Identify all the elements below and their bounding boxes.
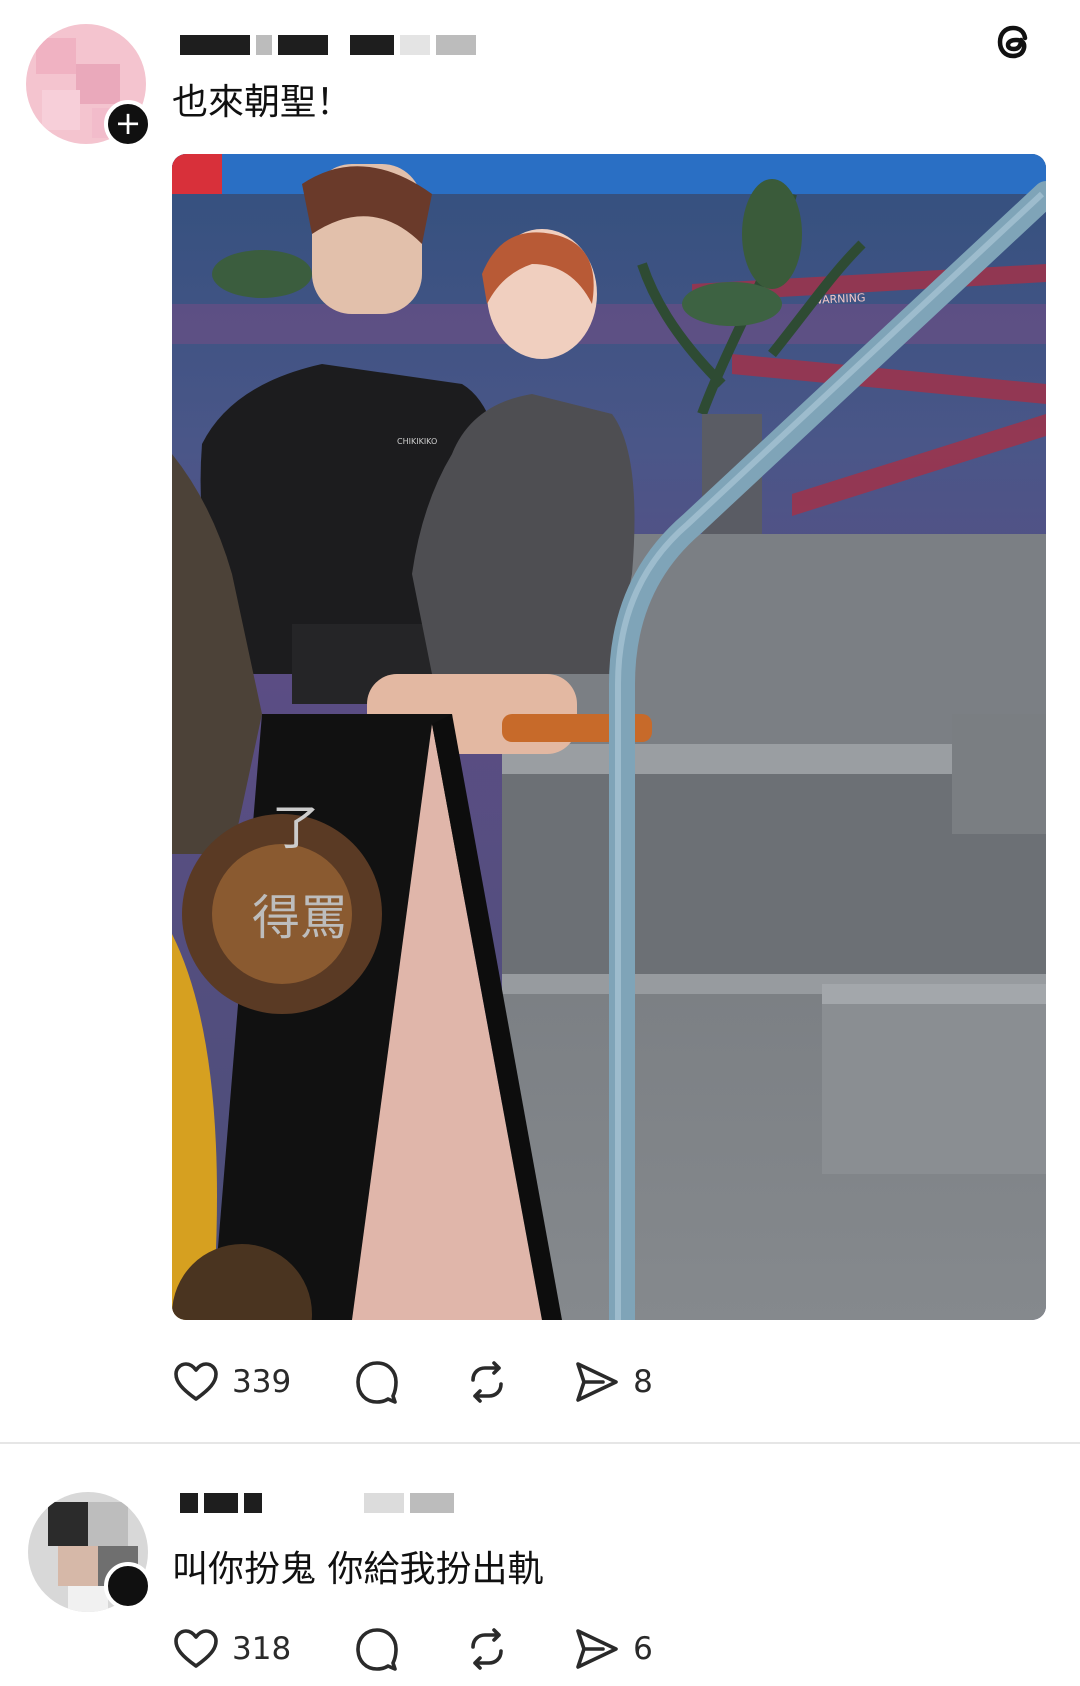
username-redacted[interactable] xyxy=(180,34,476,56)
repost-arrows-icon xyxy=(471,1361,503,1403)
like-button[interactable]: 318 xyxy=(172,1625,291,1673)
post-text: 也來朝聖！ xyxy=(172,82,353,123)
post-1: + 也來朝聖！ WARNING CHIKIKIKO 了 得罵 339 8 xyxy=(0,0,1080,1440)
share-button[interactable]: 8 xyxy=(573,1358,653,1406)
repost-button[interactable] xyxy=(463,1358,511,1406)
like-count: 318 xyxy=(232,1631,292,1667)
sign-text: 了 xyxy=(272,800,320,856)
send-paper-plane-icon xyxy=(576,1629,618,1669)
share-count: 6 xyxy=(633,1631,653,1667)
follow-plus-icon[interactable] xyxy=(104,1562,152,1610)
share-count: 8 xyxy=(633,1364,653,1400)
post-text: 叫你扮鬼 你給我扮出軌 xyxy=(172,1549,544,1590)
like-count: 339 xyxy=(232,1364,292,1400)
post-actions: 339 8 xyxy=(172,1358,715,1406)
heart-icon xyxy=(174,1629,218,1668)
comment-button[interactable] xyxy=(353,1358,401,1406)
comment-button[interactable] xyxy=(353,1625,401,1673)
comment-bubble-icon xyxy=(356,1628,398,1671)
repost-button[interactable] xyxy=(463,1625,511,1673)
share-button[interactable]: 6 xyxy=(573,1625,653,1673)
username-redacted[interactable] xyxy=(180,1492,454,1514)
comment-bubble-icon xyxy=(356,1361,398,1404)
send-paper-plane-icon xyxy=(576,1362,618,1402)
heart-icon xyxy=(174,1362,218,1401)
follow-plus-icon[interactable]: + xyxy=(104,100,152,148)
sign-text: 得罵 xyxy=(252,890,348,946)
post-photo[interactable]: WARNING CHIKIKIKO 了 得罵 xyxy=(172,154,1046,1320)
post-actions: 318 6 xyxy=(172,1625,715,1673)
cutout-logo-text: CHIKIKIKO xyxy=(397,437,437,446)
repost-arrows-icon xyxy=(471,1628,503,1670)
like-button[interactable]: 339 xyxy=(172,1358,291,1406)
post-divider xyxy=(0,1442,1080,1444)
